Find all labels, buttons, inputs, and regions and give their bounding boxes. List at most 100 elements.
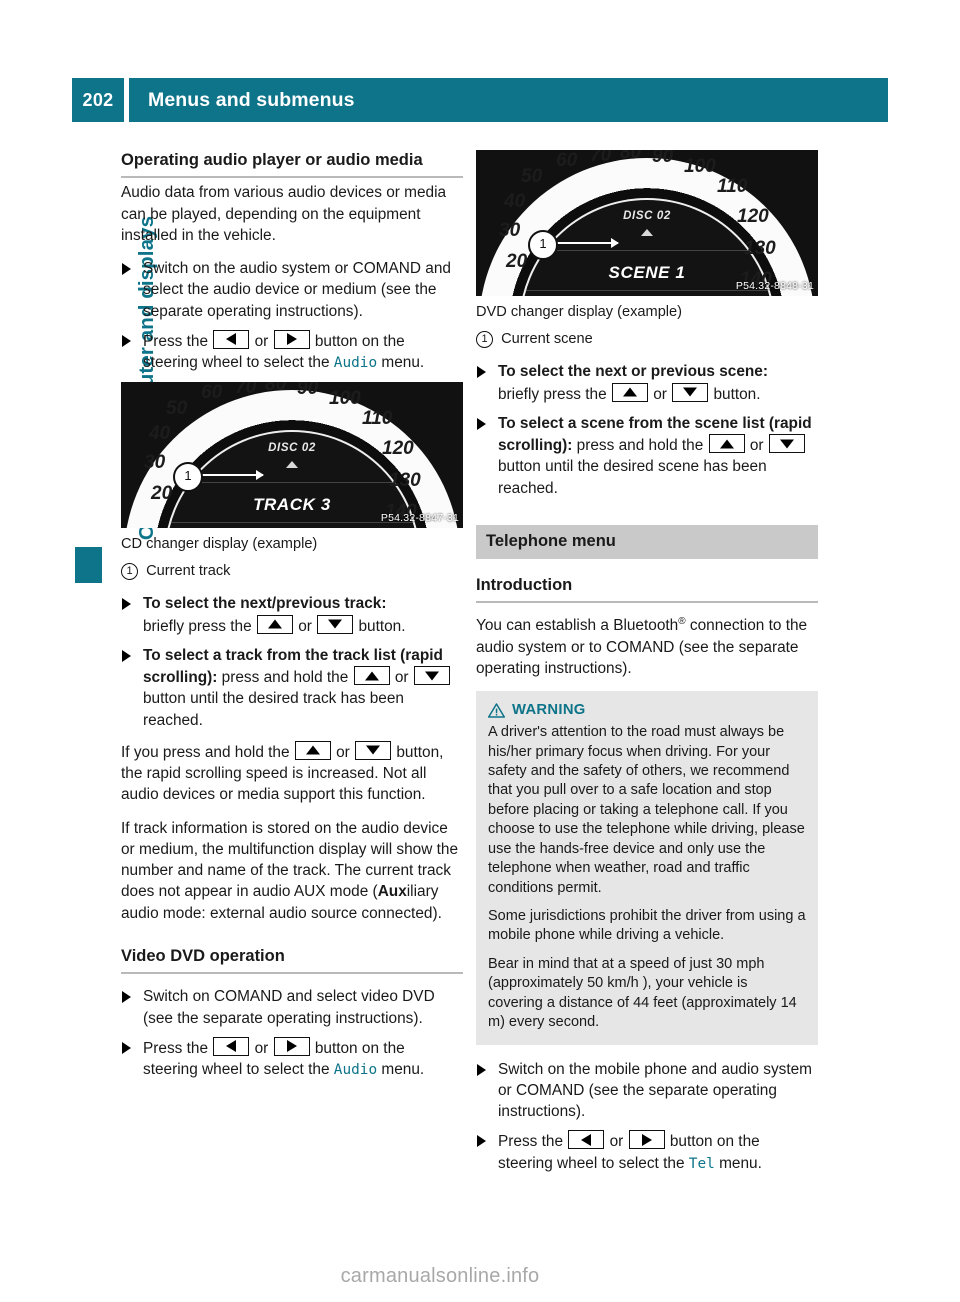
step-text-end: button until the desired scene has been … [498, 458, 767, 497]
list-item: To select a track from the track list (r… [121, 645, 463, 731]
speed-tick-label: 50 [166, 398, 188, 420]
speed-tick-label: 90 [652, 150, 674, 167]
callout-marker-1: 1 [528, 230, 558, 260]
speed-tick-label: 60 [556, 150, 578, 171]
cd-changer-display-figure: 20 30 40 50 60 70 80 90 100 110 120 130 … [121, 382, 463, 529]
speed-tick-label: 110 [717, 176, 748, 197]
step-conjunction: or [254, 332, 269, 350]
speed-tick-label: 40 [504, 191, 526, 212]
bullet-triangle-icon [477, 366, 486, 379]
arrow-down-key-icon [672, 382, 709, 402]
arrow-up-key-icon [256, 614, 293, 634]
warning-paragraph-1: A driver's attention to the road must al… [488, 724, 805, 896]
figure-legend: 1 Current track [121, 562, 463, 582]
scroll-up-indicator-icon [641, 229, 653, 236]
speed-tick-label: 80 [620, 150, 642, 163]
bullet-triangle-icon [122, 334, 131, 347]
step-conjunction: or [609, 1133, 624, 1151]
step-conjunction: or [254, 1039, 269, 1057]
figure-reference-code: P54.32-8848-31 [735, 280, 814, 292]
step-conjunction: or [653, 385, 667, 403]
display-row-divider [525, 290, 769, 291]
bullet-triangle-icon [122, 649, 131, 662]
speed-tick-label: 70 [235, 382, 257, 399]
paragraph-text: You can establish a Bluetooth [476, 617, 679, 635]
legend-marker-1: 1 [121, 562, 138, 580]
arrow-left-key-icon [213, 1036, 250, 1056]
paragraph-text: If you press and hold the [121, 743, 290, 761]
speed-tick-label: 130 [389, 470, 421, 492]
display-row-divider [525, 250, 769, 251]
list-item: Switch on the mobile phone and audio sys… [476, 1059, 818, 1123]
legend-text: Current track [146, 562, 231, 579]
figure-caption: CD changer display (example) [121, 536, 318, 553]
speed-tick-label: 110 [362, 408, 393, 430]
speed-tick-label: 20 [151, 483, 173, 505]
speed-tick-label: 120 [382, 438, 414, 460]
dvd-changer-display-figure: 20 30 40 50 60 70 80 90 100 110 120 130 … [476, 150, 818, 296]
menu-name: Audio [333, 355, 378, 372]
step-text: press and hold the [221, 669, 349, 687]
step-text: Switch on the audio system or COMAND and… [143, 260, 451, 320]
arrow-down-key-icon [768, 434, 805, 454]
step-text: Switch on COMAND and select video DVD (s… [143, 988, 435, 1027]
speed-tick-label: 50 [521, 166, 543, 187]
right-column: 20 30 40 50 60 70 80 90 100 110 120 130 … [476, 150, 818, 1182]
arrow-down-key-icon [355, 740, 392, 760]
menu-name: Tel [688, 1155, 715, 1172]
warning-label: WARNING [512, 702, 586, 719]
footer-watermark: carmanualsonline.info [340, 1265, 540, 1287]
warning-paragraph-3: Bear in mind that at a speed of just 30 … [488, 955, 797, 1031]
speed-tick-label: 100 [684, 156, 716, 177]
callout-leader-line [552, 238, 619, 248]
step-text-end: menu. [719, 1154, 762, 1172]
step-text: Switch on the mobile phone and audio sys… [498, 1060, 812, 1121]
step-text: Press the [498, 1133, 564, 1151]
speed-tick-label: 120 [737, 206, 769, 227]
bluetooth-intro-paragraph: You can establish a Bluetooth® connectio… [476, 615, 818, 679]
bullet-triangle-icon [122, 991, 131, 1004]
chapter-tab-marker [75, 547, 102, 583]
speed-tick-label: 90 [297, 382, 319, 400]
warning-triangle-icon [487, 702, 506, 718]
speed-tick-label: 30 [499, 220, 521, 241]
scroll-up-indicator-icon [286, 461, 298, 469]
list-item: To select the next/previous track: brief… [121, 593, 463, 637]
page-number: 202 [72, 78, 124, 122]
left-column: Operating audio player or audio media Au… [121, 150, 463, 1089]
step-conjunction: or [394, 669, 409, 687]
step-text: Press the [143, 332, 209, 350]
list-item: Switch on COMAND and select video DVD (s… [121, 986, 463, 1029]
callout-marker-1: 1 [173, 462, 203, 493]
callout-leader-line [197, 470, 264, 481]
step-text: briefly press the [143, 617, 252, 635]
section-banner-telephone-menu: Telephone menu [476, 524, 818, 559]
arrow-up-key-icon [611, 382, 648, 402]
bullet-triangle-icon [477, 417, 486, 430]
right-section-heading: Introduction [476, 575, 818, 604]
speed-tick-label: 80 [265, 382, 287, 396]
left-section-heading-2: Video DVD operation [121, 946, 463, 975]
step-text: Press the [143, 1039, 209, 1057]
step-bold-lead: To select the next or previous scene: [498, 363, 768, 381]
arrow-up-key-icon [294, 740, 331, 760]
speed-tick-label: 40 [149, 423, 171, 445]
page-header: 202 Menus and submenus [72, 78, 888, 122]
aux-bold: Aux [377, 883, 407, 901]
step-text-end: button until the desired track has been … [143, 690, 404, 729]
arrow-right-key-icon [273, 329, 310, 349]
arrow-up-key-icon [708, 434, 745, 454]
figure-legend: 1 Current scene [476, 330, 818, 350]
menu-name: Audio [333, 1062, 378, 1079]
legend-marker-1: 1 [476, 330, 493, 348]
display-row-divider [170, 522, 414, 524]
step-conjunction: or [298, 617, 312, 635]
warning-box: WARNING A driver's attention to the road… [476, 691, 818, 1045]
speed-tick-label: 20 [506, 251, 528, 272]
warning-paragraph-2: Some jurisdictions prohibit the driver f… [488, 907, 806, 944]
bullet-triangle-icon [122, 263, 131, 276]
arrow-left-key-icon [213, 329, 250, 349]
left-intro-paragraph: Audio data from various audio devices or… [121, 184, 447, 244]
list-item: Press the or button on the steering whee… [476, 1130, 818, 1174]
bullet-triangle-icon [122, 1041, 131, 1054]
